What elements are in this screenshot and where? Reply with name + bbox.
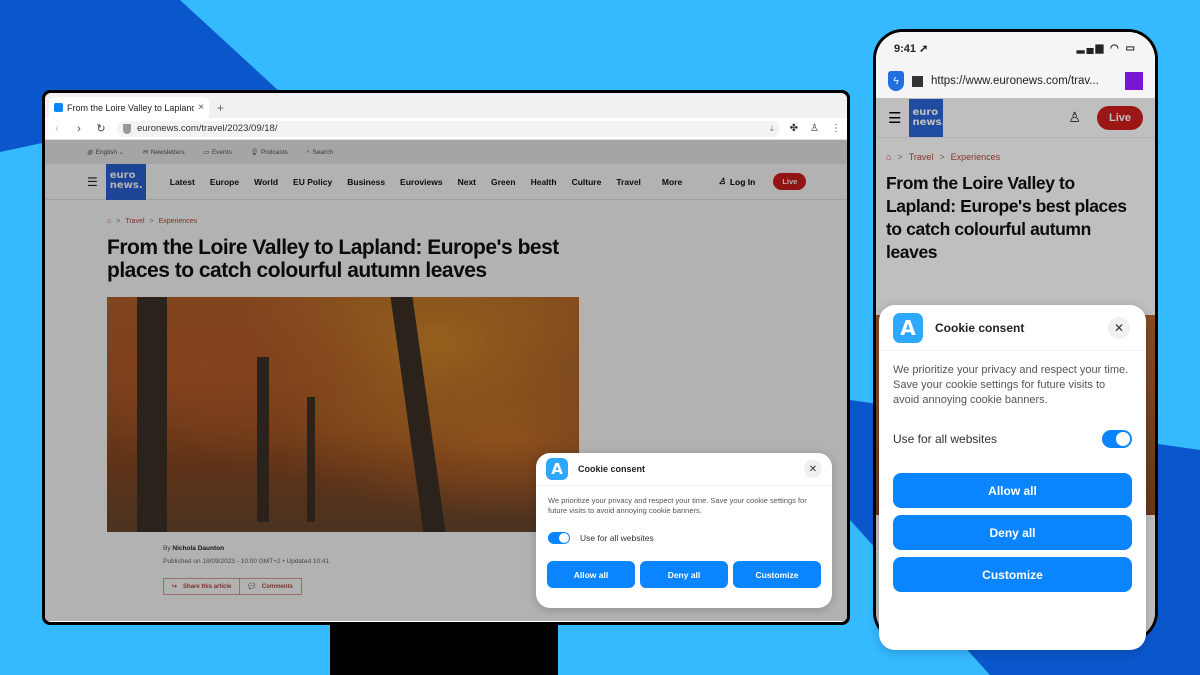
download-icon[interactable]: ⤓: [770, 124, 774, 134]
mobile-url[interactable]: https://www.euronews.com/trav...: [931, 75, 1099, 87]
use-for-all-row: Use for all websites: [879, 408, 1146, 448]
extension-icon[interactable]: [1125, 72, 1143, 90]
dialog-title: Cookie consent: [935, 320, 1025, 335]
dialog-header: A Cookie consent ✕: [879, 305, 1146, 351]
menu-icon[interactable]: ⋮: [831, 123, 841, 134]
deny-all-button[interactable]: Deny all: [893, 515, 1132, 550]
use-for-all-toggle[interactable]: [548, 532, 570, 544]
profile-icon[interactable]: ♙: [810, 123, 819, 134]
toggle-label: Use for all websites: [580, 533, 654, 543]
forward-icon[interactable]: ›: [73, 123, 85, 135]
use-for-all-toggle[interactable]: [1102, 430, 1132, 448]
reload-icon[interactable]: ↻: [95, 122, 107, 135]
toggle-label: Use for all websites: [893, 432, 998, 446]
new-tab-icon[interactable]: +: [217, 101, 224, 115]
tab-bar: From the Loire Valley to Lapland: Europe…: [45, 93, 847, 118]
shield-bolt-icon[interactable]: ϟ: [888, 71, 904, 91]
address-bar: ‹ › ↻ euronews.com/travel/2023/09/18/ ⤓ …: [45, 118, 847, 140]
url-text: euronews.com/travel/2023/09/18/: [137, 123, 278, 134]
browser-tab[interactable]: From the Loire Valley to Lapland: Europe…: [49, 97, 209, 118]
allow-all-button[interactable]: Allow all: [547, 561, 635, 588]
extension-icon[interactable]: ✤: [790, 123, 798, 134]
url-input[interactable]: euronews.com/travel/2023/09/18/ ⤓: [117, 120, 780, 137]
mobile-address-bar: ϟ https://www.euronews.com/trav...: [876, 64, 1155, 98]
app-logo-icon: A: [546, 458, 568, 480]
status-bar: 9:41 ➚ ▂▄▆ ◠ ▭: [876, 32, 1155, 64]
close-tab-icon[interactable]: ×: [198, 102, 204, 113]
dialog-description: We prioritize your privacy and respect y…: [893, 364, 1129, 406]
deny-all-button[interactable]: Deny all: [640, 561, 728, 588]
cookie-consent-sheet: A Cookie consent ✕ We prioritize your pr…: [879, 305, 1146, 650]
shield-icon[interactable]: [123, 123, 131, 134]
status-icons: ▂▄▆ ◠ ▭: [1076, 42, 1137, 54]
clock: 9:41 ➚: [894, 42, 929, 55]
tab-title: From the Loire Valley to Lapland: Europe…: [67, 102, 195, 113]
customize-button[interactable]: Customize: [733, 561, 821, 588]
back-icon[interactable]: ‹: [51, 123, 63, 135]
dialog-description: We prioritize your privacy and respect y…: [548, 496, 807, 515]
dialog-header: A Cookie consent ✕: [536, 453, 832, 486]
customize-button[interactable]: Customize: [893, 557, 1132, 592]
use-for-all-row: Use for all websites: [536, 516, 832, 544]
app-logo-icon: A: [893, 312, 923, 343]
monitor-stand: [330, 625, 558, 675]
favicon-icon: [54, 103, 63, 112]
cookie-consent-dialog: A Cookie consent ✕ We prioritize your pr…: [536, 453, 832, 608]
close-icon[interactable]: ✕: [1108, 316, 1130, 339]
allow-all-button[interactable]: Allow all: [893, 473, 1132, 508]
close-icon[interactable]: ✕: [804, 460, 822, 478]
dialog-buttons: Allow all Deny all Customize: [536, 544, 832, 588]
site-icon: [912, 75, 923, 87]
dialog-title: Cookie consent: [578, 464, 646, 474]
dialog-buttons: Allow all Deny all Customize: [879, 448, 1146, 592]
